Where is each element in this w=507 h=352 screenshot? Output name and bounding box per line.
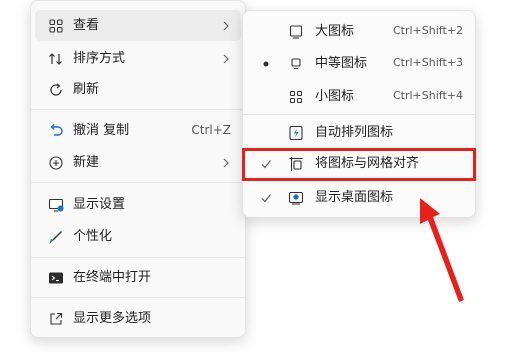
- terminal-icon: [47, 269, 65, 287]
- checkmark-icon: [259, 189, 273, 207]
- menu-item-label: 排序方式: [73, 51, 126, 66]
- menu-separator: [31, 109, 245, 110]
- menu-item-new[interactable]: 新建: [35, 147, 241, 178]
- menu-item-show-more-options[interactable]: 显示更多选项: [35, 303, 241, 334]
- menu-item-label: 显示更多选项: [73, 311, 152, 326]
- share-icon: [47, 310, 65, 328]
- desktop-icons-icon: [287, 189, 305, 207]
- menu-item-label: 查看: [73, 18, 100, 33]
- menu-item-label: 撤消 复制: [73, 123, 130, 138]
- menu-item-shortcut: Ctrl+Shift+4: [392, 89, 463, 102]
- selected-dot-icon: [259, 55, 273, 73]
- menu-item-label: 显示设置: [73, 197, 126, 212]
- menu-item-personalize[interactable]: 个性化: [35, 221, 241, 252]
- monitor-medium-icon: [287, 55, 305, 73]
- menu-item-undo-copy[interactable]: 撤消 复制 Ctrl+Z: [35, 115, 241, 146]
- menu-separator: [31, 297, 245, 298]
- new-icon: [47, 154, 65, 172]
- menu-item-label: 刷新: [73, 82, 100, 97]
- chevron-right-icon: [221, 50, 231, 68]
- submenu-item-auto-arrange[interactable]: 自动排列图标: [247, 117, 471, 148]
- submenu-item-large-icons[interactable]: 大图标 Ctrl+Shift+2: [247, 16, 471, 47]
- highlight-box: [242, 148, 476, 181]
- menu-item-display-settings[interactable]: 显示设置: [35, 189, 241, 220]
- menu-item-shortcut: Ctrl+Shift+2: [392, 24, 463, 37]
- display-icon: [47, 196, 65, 214]
- chevron-right-icon: [221, 154, 231, 172]
- menu-item-label: 大图标: [315, 24, 355, 39]
- menu-item-refresh[interactable]: 刷新: [35, 74, 241, 105]
- menu-item-shortcut: Ctrl+Shift+3: [392, 56, 463, 69]
- monitor-large-icon: [287, 23, 305, 41]
- chevron-right-icon: [221, 17, 231, 35]
- menu-item-label: 新建: [73, 155, 100, 170]
- annotation-arrow-icon: [400, 190, 470, 305]
- menu-item-label: 显示桌面图标: [315, 190, 394, 205]
- refresh-icon: [47, 81, 65, 99]
- submenu-item-small-icons[interactable]: 小图标 Ctrl+Shift+4: [247, 81, 471, 112]
- submenu-item-medium-icons[interactable]: 中等图标 Ctrl+Shift+3: [247, 48, 471, 79]
- menu-item-label: 自动排列图标: [315, 125, 394, 140]
- menu-item-shortcut: Ctrl+Z: [191, 123, 231, 137]
- view-submenu: 大图标 Ctrl+Shift+2 中等图标 Ctrl+Shift+3 小图标 C…: [242, 10, 476, 218]
- menu-item-label: 在终端中打开: [73, 270, 152, 285]
- menu-separator: [31, 182, 245, 183]
- menu-item-label: 小图标: [315, 89, 355, 104]
- menu-item-sort-by[interactable]: 排序方式: [35, 43, 241, 74]
- menu-item-label: 中等图标: [315, 56, 368, 71]
- undo-icon: [47, 122, 65, 140]
- menu-separator: [31, 257, 245, 258]
- menu-item-open-in-terminal[interactable]: 在终端中打开: [35, 262, 241, 293]
- menu-separator: [243, 114, 475, 115]
- menu-item-label: 个性化: [73, 229, 113, 244]
- grid-icon: [47, 17, 65, 35]
- brush-icon: [47, 228, 65, 246]
- desktop-context-menu: 查看 排序方式 刷新 撤消 复制 Ctrl+Z 新建 显示设置 个性化 在终端中…: [30, 0, 246, 338]
- menu-item-view[interactable]: 查看: [35, 10, 241, 41]
- auto-arrange-icon: [287, 124, 305, 142]
- sort-icon: [47, 50, 65, 68]
- grid-small-icon: [287, 88, 305, 106]
